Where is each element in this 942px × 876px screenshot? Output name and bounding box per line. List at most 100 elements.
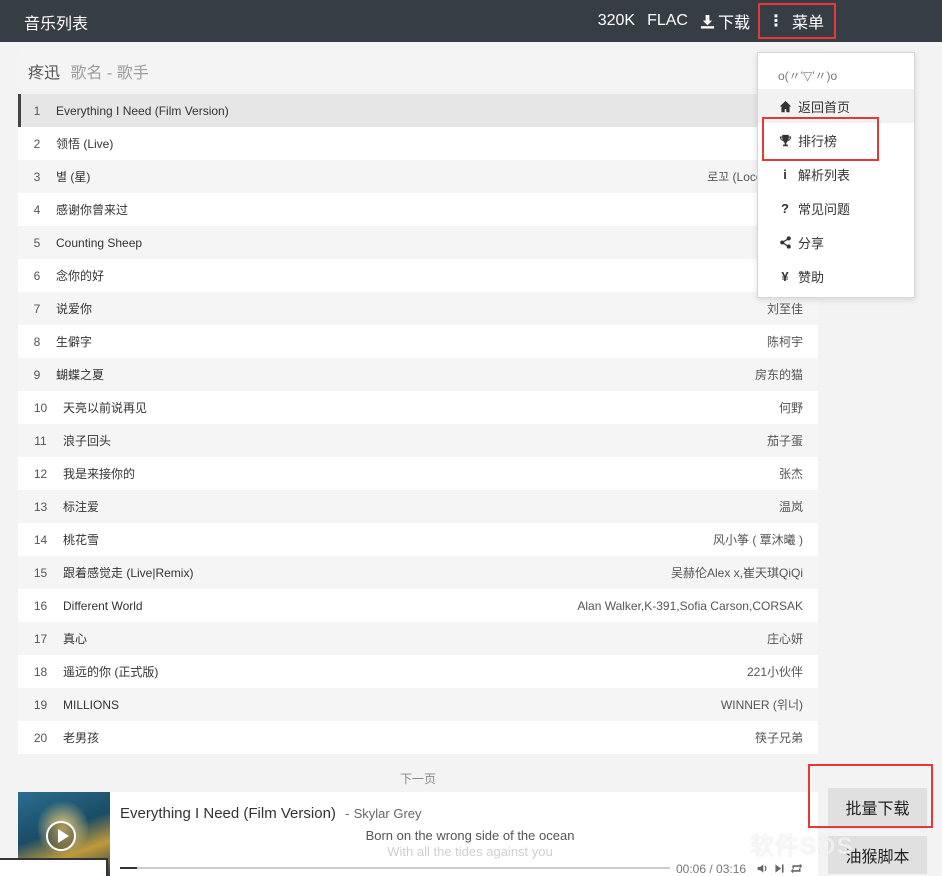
song-row[interactable]: 4感谢你曾来过Ay xyxy=(18,193,818,226)
song-row[interactable]: 14 桃花雪 风小筝 ( 覃沐曦 ) xyxy=(18,523,818,556)
menu-button[interactable]: ⋮ 菜单 xyxy=(758,3,836,39)
song-number: 6 xyxy=(33,268,41,283)
progress-bar[interactable] xyxy=(120,867,670,869)
now-playing-title: Everything I Need (Film Version) - Skyla… xyxy=(120,805,422,822)
song-artist: 张杰 xyxy=(778,467,803,481)
info-icon: i xyxy=(783,166,787,182)
title-separator: - xyxy=(345,806,350,821)
bottom-window-edge xyxy=(0,858,108,876)
download-label: 下载 xyxy=(717,15,750,32)
song-row[interactable]: 12 我是来接你的 张杰 xyxy=(18,457,818,490)
song-row[interactable]: 2 领悟 (Live) xyxy=(18,127,818,160)
watermark: 软件SOS xyxy=(750,833,854,860)
now-playing-song: Everything I Need (Film Version) xyxy=(120,805,336,822)
song-artist: 吴赫伦Alex x,崔天琪QiQi xyxy=(670,566,803,580)
song-row[interactable]: 6 念你的好 xyxy=(18,259,818,292)
song-number: 14 xyxy=(33,532,48,547)
song-artist: 221小伙伴 xyxy=(746,665,803,679)
music-player: Everything I Need (Film Version) - Skyla… xyxy=(18,792,818,876)
song-artist: 筷子兄弟 xyxy=(754,731,803,745)
download-button[interactable]: 下载 xyxy=(700,9,750,33)
song-title: 跟着感觉走 (Live|Remix) xyxy=(63,566,194,580)
song-row[interactable]: 13 标注爱 温岚 xyxy=(18,490,818,523)
menu-item-label: 赞助 xyxy=(798,269,825,285)
song-title: 蝴蝶之夏 xyxy=(56,368,105,382)
song-row[interactable]: 18 遥远的你 (正式版) 221小伙伴 xyxy=(18,655,818,688)
song-row[interactable]: 1Everything I Need (Film Version)Sky xyxy=(18,94,818,127)
song-row[interactable]: 16 Different World Alan Walker,K-391,Sofia… xyxy=(18,589,818,622)
song-number: 17 xyxy=(33,631,48,646)
menu-item-share[interactable]: 分享 xyxy=(758,225,914,259)
song-row[interactable]: 20 老男孩 筷子兄弟 xyxy=(18,721,818,754)
menu-item-donate[interactable]: ¥ 赞助 xyxy=(758,259,914,293)
share-icon xyxy=(778,235,792,249)
time-display: 00:06 / 03:16 xyxy=(676,862,747,876)
quality-flac-button[interactable]: FLAC xyxy=(647,12,688,30)
song-number: 5 xyxy=(33,235,41,250)
song-artist: WINNER (위너) xyxy=(720,698,803,712)
song-row[interactable]: 17 真心 庄心妍 xyxy=(18,622,818,655)
song-title: 老男孩 xyxy=(63,731,100,745)
next-track-icon[interactable] xyxy=(773,862,786,875)
song-number: 13 xyxy=(33,499,48,514)
song-title: Counting Sheep xyxy=(56,235,143,250)
menu-label: 菜单 xyxy=(792,15,825,32)
download-icon xyxy=(700,14,715,29)
song-row[interactable]: 5 Counting Sheep xyxy=(18,226,818,259)
song-row[interactable]: 3별 (星) 로꼬 (Loco),유성은 xyxy=(18,160,818,193)
song-number: 19 xyxy=(33,697,48,712)
song-row[interactable]: 19 MILLIONS WINNER (위너) xyxy=(18,688,818,721)
loop-icon[interactable] xyxy=(790,862,803,875)
search-engine-label[interactable]: 疼迅 xyxy=(28,65,60,82)
song-row[interactable]: 10 天亮以前说再见 何野 xyxy=(18,391,818,424)
song-row[interactable]: 7 说爱你 刘至佳 xyxy=(18,292,818,325)
song-artist: 庄心妍 xyxy=(766,632,803,646)
song-artist: 茄子蛋 xyxy=(766,434,803,448)
batch-download-highlight-box xyxy=(808,764,933,828)
song-artist: 陈柯宇 xyxy=(766,335,803,349)
song-row[interactable]: 9 蝴蝶之夏 房东的猫 xyxy=(18,358,818,391)
song-artist: Alan Walker,K-391,Sofia Carson,CORSAK xyxy=(577,598,803,613)
menu-item-label: 常见问题 xyxy=(798,201,851,217)
song-row[interactable]: 8 生僻字 陈柯宇 xyxy=(18,325,818,358)
song-title: 遥远的你 (正式版) xyxy=(63,665,159,679)
yen-icon: ¥ xyxy=(781,268,789,284)
song-title: 领悟 (Live) xyxy=(56,137,114,151)
song-number: 11 xyxy=(34,433,47,448)
lyric-current: Born on the wrong side of the ocean xyxy=(365,828,575,843)
menu-header: o(〃'▽'〃)o xyxy=(778,69,838,83)
song-title: MILLIONS xyxy=(63,697,120,712)
next-page-link[interactable]: 下一页 xyxy=(18,770,818,787)
song-artist: 何野 xyxy=(778,401,803,415)
home-icon xyxy=(778,100,792,113)
song-number: 3 xyxy=(33,169,41,184)
song-title: 별 (星) xyxy=(56,170,91,184)
menu-dropdown: o(〃'▽'〃)o 返回首页 排行榜 i 解析列表 ? 常见问题 分享 ¥ 赞助 xyxy=(757,52,915,298)
song-title: 我是来接你的 xyxy=(63,467,136,481)
search-bar[interactable]: 疼迅 歌名 - 歌手 xyxy=(18,50,818,88)
song-title: Everything I Need (Film Version) xyxy=(56,103,229,118)
top-bar: 音乐列表 320K FLAC 下载 ⋮ 菜单 xyxy=(0,0,942,42)
song-title: 感谢你曾来过 xyxy=(56,203,129,217)
volume-icon[interactable] xyxy=(756,862,769,875)
song-number: 9 xyxy=(33,367,41,382)
song-number: 4 xyxy=(33,202,41,217)
play-icon[interactable] xyxy=(46,821,76,851)
menu-item-faq[interactable]: ? 常见问题 xyxy=(758,191,914,225)
song-row[interactable]: 15 跟着感觉走 (Live|Remix) 吴赫伦Alex x,崔天琪QiQi xyxy=(18,556,818,589)
song-number: 15 xyxy=(33,565,48,580)
song-list: 1Everything I Need (Film Version)Sky2领悟 … xyxy=(18,94,818,754)
ranking-highlight-box xyxy=(762,117,879,161)
song-artist: 刘至佳 xyxy=(766,302,803,316)
quality-320-button[interactable]: 320K xyxy=(598,12,635,30)
top-actions: 320K FLAC 下载 ⋮ 菜单 xyxy=(598,0,942,42)
song-artist: 温岚 xyxy=(778,500,803,514)
song-title: 真心 xyxy=(63,632,88,646)
song-title: 浪子回头 xyxy=(63,434,112,448)
menu-item-parse-list[interactable]: i 解析列表 xyxy=(758,157,914,191)
song-title: 天亮以前说再见 xyxy=(63,401,148,415)
song-row[interactable]: 11 浪子回头 茄子蛋 xyxy=(18,424,818,457)
search-input[interactable]: 歌名 - 歌手 xyxy=(70,65,148,82)
song-number: 1 xyxy=(33,103,41,118)
player-controls xyxy=(756,862,807,875)
